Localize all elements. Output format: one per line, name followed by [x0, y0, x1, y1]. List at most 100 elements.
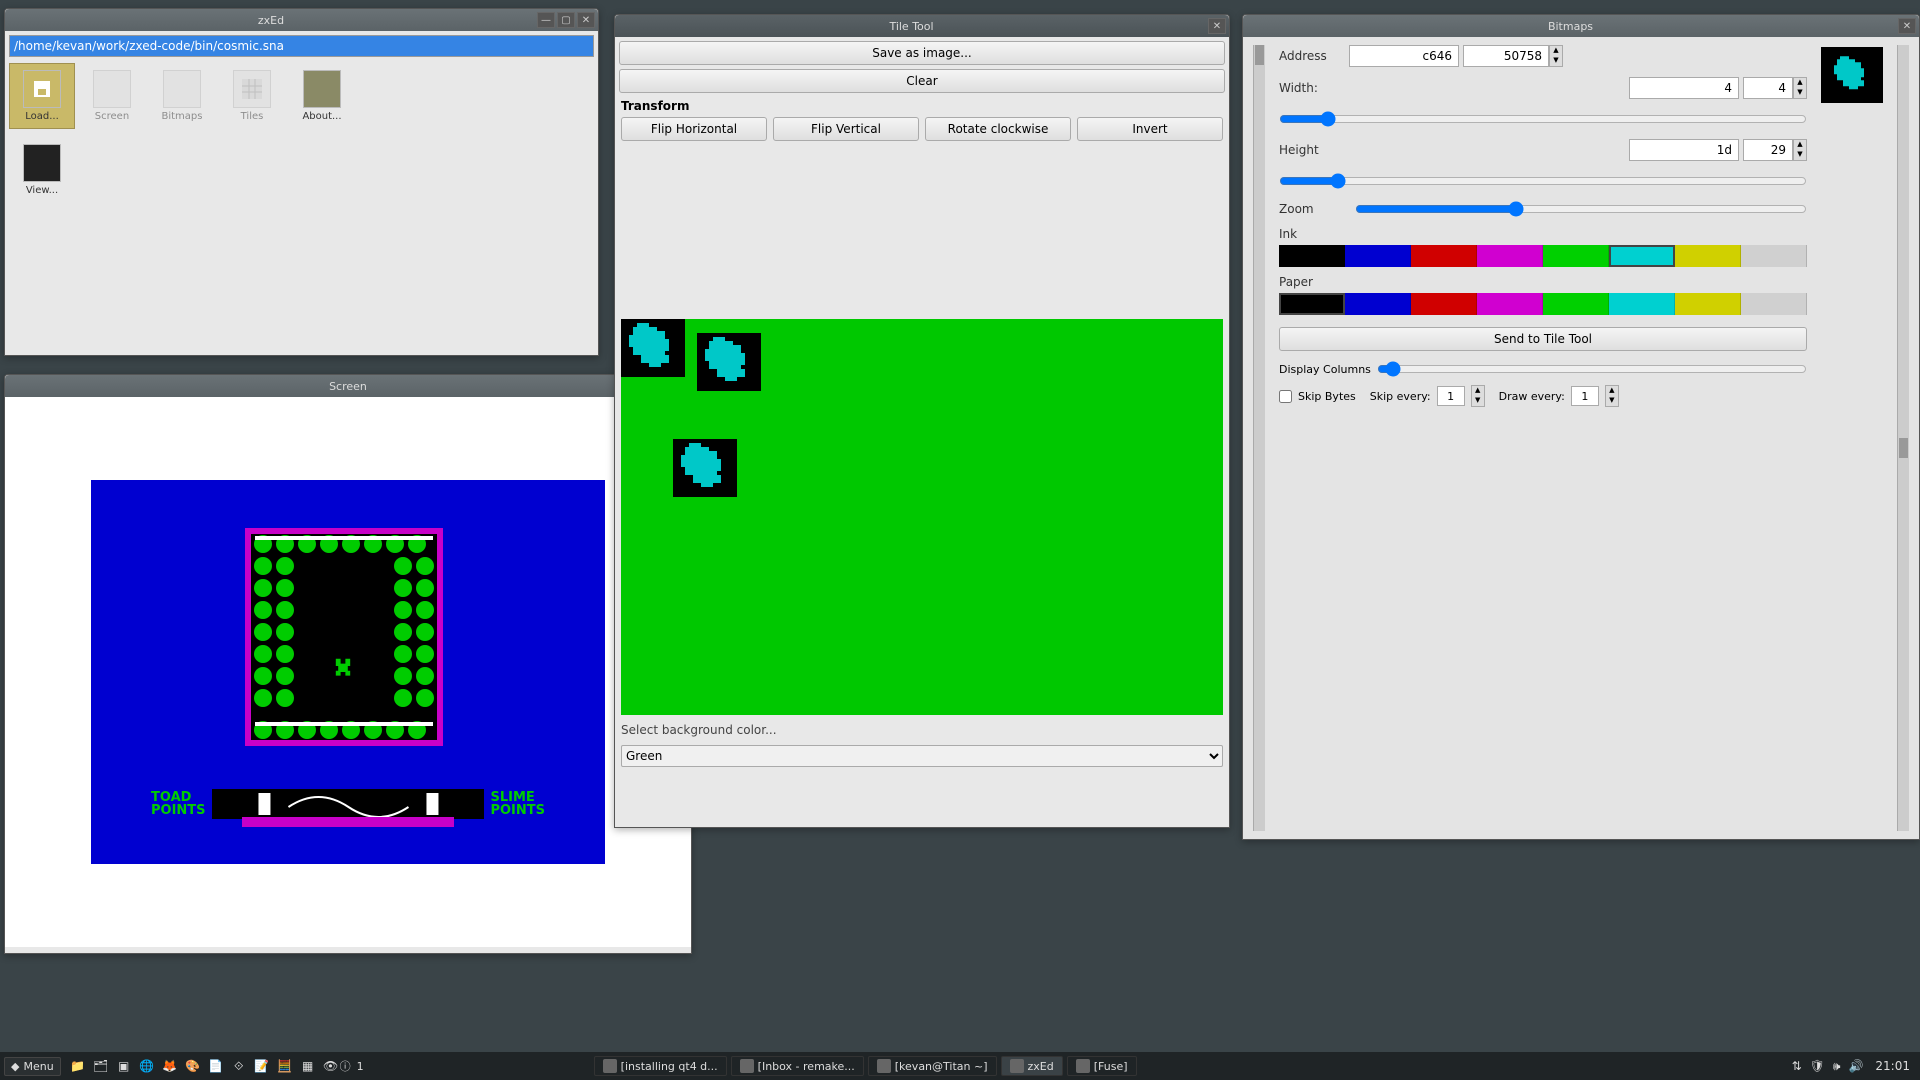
paper-swatch-1[interactable] — [1345, 293, 1411, 315]
ink-swatch-2[interactable] — [1411, 245, 1477, 267]
ink-swatch-0[interactable] — [1279, 245, 1345, 267]
ink-swatch-5[interactable] — [1609, 245, 1675, 267]
display-columns-slider[interactable] — [1377, 361, 1807, 377]
load-button[interactable]: Load... — [9, 63, 75, 129]
eye-icon[interactable]: 👁 — [322, 1057, 340, 1075]
clear-button[interactable]: Clear — [619, 69, 1225, 93]
note-icon[interactable]: 📝 — [253, 1057, 271, 1075]
task--inbox-remake-[interactable]: [Inbox - remake... — [731, 1056, 864, 1076]
skip-bytes-checkbox[interactable] — [1279, 390, 1292, 403]
task--installing-qt4-d-[interactable]: [installing qt4 d... — [594, 1056, 727, 1076]
tiles-button[interactable]: Tiles — [219, 63, 285, 129]
paper-swatch-5[interactable] — [1609, 293, 1675, 315]
height-hex-field[interactable] — [1629, 139, 1739, 161]
workspace-badge[interactable]: 1 — [357, 1060, 364, 1073]
paper-swatch-4[interactable] — [1543, 293, 1609, 315]
gimp-icon[interactable]: 🎨 — [184, 1057, 202, 1075]
screen-window[interactable]: Screen — [4, 374, 692, 954]
tile-tool-titlebar[interactable]: Tile Tool ✕ — [615, 15, 1229, 37]
task--fuse-[interactable]: [Fuse] — [1067, 1056, 1137, 1076]
height-slider[interactable] — [1279, 173, 1807, 189]
terminal-icon[interactable]: ▣ — [115, 1057, 133, 1075]
hud-slime-label: SLIME POINTS — [490, 791, 545, 817]
code-icon[interactable]: ⟐ — [230, 1057, 248, 1075]
draw-every-field[interactable] — [1571, 386, 1599, 406]
address-hex-field[interactable] — [1349, 45, 1459, 67]
draw-every-stepper[interactable]: ▲▼ — [1605, 385, 1619, 407]
task-zxed[interactable]: zxEd — [1001, 1056, 1063, 1076]
address-stepper[interactable]: ▲▼ — [1549, 45, 1563, 67]
scrollbar-right[interactable] — [1897, 45, 1909, 831]
screen-button[interactable]: Screen — [79, 63, 145, 129]
width-dec-field[interactable] — [1743, 77, 1793, 99]
ink-swatch-4[interactable] — [1543, 245, 1609, 267]
height-dec-field[interactable] — [1743, 139, 1793, 161]
tile-tool-window[interactable]: Tile Tool ✕ Save as image... Clear Trans… — [614, 14, 1230, 828]
ink-swatch-7[interactable] — [1741, 245, 1807, 267]
minimize-button[interactable]: — — [537, 12, 555, 28]
browser-icon[interactable]: 🌐 — [138, 1057, 156, 1075]
flip-vertical-button[interactable]: Flip Vertical — [773, 117, 919, 141]
close-button[interactable]: ✕ — [1898, 18, 1916, 34]
text-icon[interactable]: 📄 — [207, 1057, 225, 1075]
maximize-button[interactable]: ▢ — [557, 12, 575, 28]
menu-button[interactable]: ◆ Menu — [4, 1057, 61, 1076]
tile-canvas[interactable] — [621, 319, 1223, 715]
flip-horizontal-button[interactable]: Flip Horizontal — [621, 117, 767, 141]
close-button[interactable]: ✕ — [577, 12, 595, 28]
game-hud: TOAD POINTS SLIME POINTS — [151, 784, 545, 824]
send-to-tile-tool-button[interactable]: Send to Tile Tool — [1279, 327, 1807, 351]
clock[interactable]: 21:01 — [1875, 1059, 1910, 1073]
bitmaps-button[interactable]: Bitmaps — [149, 63, 215, 129]
bitmaps-titlebar[interactable]: Bitmaps ✕ — [1243, 15, 1919, 37]
skip-every-field[interactable] — [1437, 386, 1465, 406]
screen-titlebar[interactable]: Screen — [5, 375, 691, 397]
calc-icon[interactable]: 🧮 — [276, 1057, 294, 1075]
rotate-clockwise-button[interactable]: Rotate clockwise — [925, 117, 1071, 141]
sprite-2[interactable] — [697, 333, 761, 391]
width-stepper[interactable]: ▲▼ — [1793, 77, 1807, 99]
zoom-label: Zoom — [1279, 202, 1349, 216]
bluetooth-icon[interactable]: 🕪 — [1833, 1059, 1841, 1074]
folder-icon[interactable]: 🗂 — [92, 1057, 110, 1075]
paper-swatch-0[interactable] — [1279, 293, 1345, 315]
files-icon[interactable]: 📁 — [69, 1057, 87, 1075]
skip-every-stepper[interactable]: ▲▼ — [1471, 385, 1485, 407]
skip-bytes-label: Skip Bytes — [1298, 390, 1356, 403]
view-button[interactable]: View... — [9, 137, 75, 203]
sprite-1[interactable] — [621, 319, 685, 377]
height-stepper[interactable]: ▲▼ — [1793, 139, 1807, 161]
about-button[interactable]: About... — [289, 63, 355, 129]
file-path-field[interactable] — [9, 35, 594, 57]
update-icon[interactable]: 🛡 — [1810, 1059, 1825, 1073]
zxed-titlebar[interactable]: zxEd — ▢ ✕ — [5, 9, 598, 31]
paper-swatch-3[interactable] — [1477, 293, 1543, 315]
paper-swatch-7[interactable] — [1741, 293, 1807, 315]
sprite-3[interactable] — [673, 439, 737, 497]
skip-every-label: Skip every: — [1370, 390, 1431, 403]
paper-swatch-2[interactable] — [1411, 293, 1477, 315]
ink-swatch-1[interactable] — [1345, 245, 1411, 267]
bitmaps-window[interactable]: Bitmaps ✕ Address ▲▼ Width: ▲▼ Height — [1242, 14, 1920, 840]
invert-button[interactable]: Invert — [1077, 117, 1223, 141]
volume-icon[interactable]: 🔊 — [1848, 1059, 1863, 1073]
close-button[interactable]: ✕ — [1208, 18, 1226, 34]
ink-swatch-6[interactable] — [1675, 245, 1741, 267]
frog-sprite — [331, 654, 355, 678]
zxed-window[interactable]: zxEd — ▢ ✕ Load... Screen Bitmaps Tiles — [4, 8, 599, 356]
bg-color-select[interactable]: Green — [621, 745, 1223, 767]
paper-swatch-6[interactable] — [1675, 293, 1741, 315]
network-icon[interactable]: ⇅ — [1792, 1059, 1802, 1073]
firefox-icon[interactable]: 🦊 — [161, 1057, 179, 1075]
ink-swatch-3[interactable] — [1477, 245, 1543, 267]
save-as-image-button[interactable]: Save as image... — [619, 41, 1225, 65]
task--kevan-titan-[interactable]: [kevan@Titan ~] — [868, 1056, 997, 1076]
address-dec-field[interactable] — [1463, 45, 1549, 67]
width-hex-field[interactable] — [1629, 77, 1739, 99]
zoom-slider[interactable] — [1355, 201, 1807, 217]
app-icon[interactable]: ▦ — [299, 1057, 317, 1075]
scrollbar-left[interactable] — [1253, 45, 1265, 831]
notification-icon[interactable]: ⓘ — [340, 1058, 351, 1074]
width-slider[interactable] — [1279, 111, 1807, 127]
screen-title: Screen — [5, 380, 691, 393]
